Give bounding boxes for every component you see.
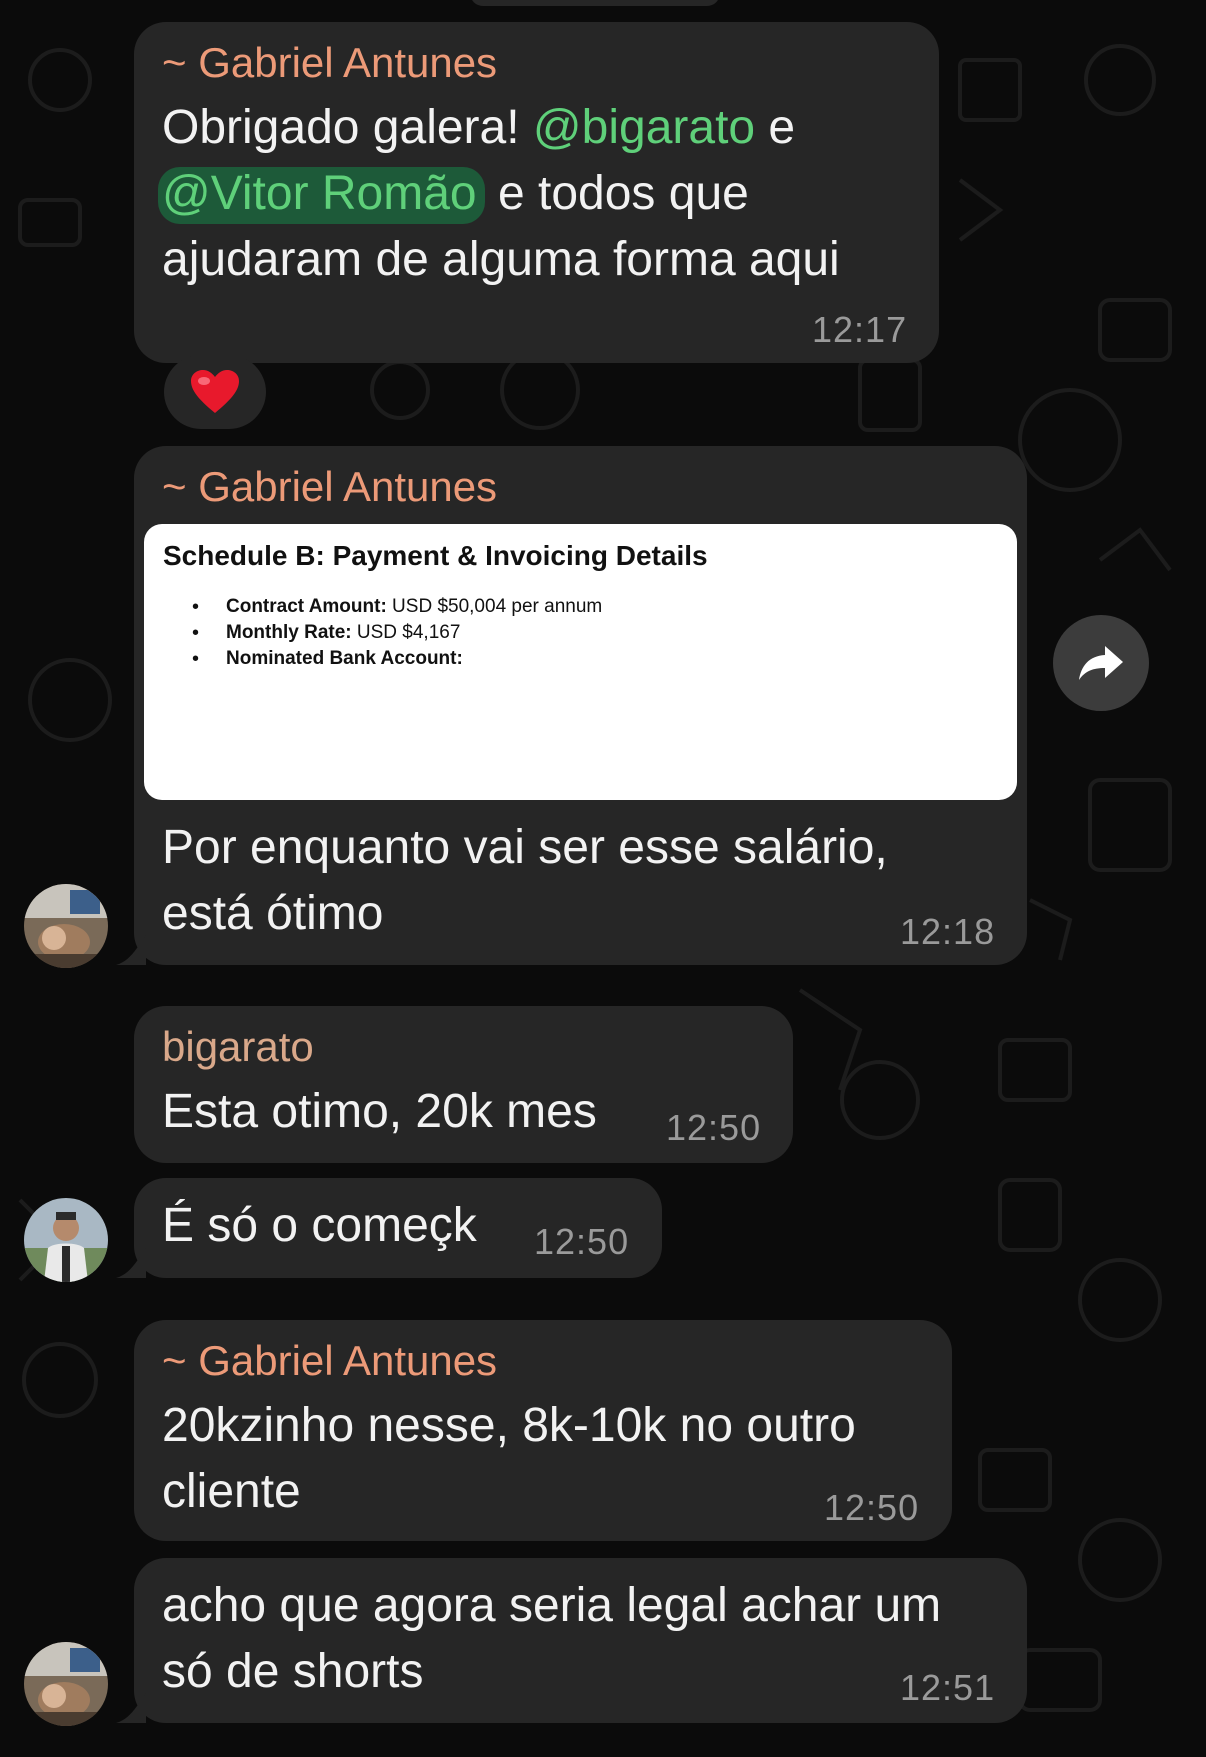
bullet: • xyxy=(192,622,200,644)
document-list-item: • Nominated Bank Account: xyxy=(192,648,463,670)
bullet: • xyxy=(192,648,200,670)
message-text: 20kzinho nesse, 8k-10k no outro xyxy=(162,1399,856,1452)
avatar-photo xyxy=(24,1198,108,1282)
message-bubble[interactable]: bigarato Esta otimo, 20k mes 12:50 xyxy=(134,1006,793,1163)
avatar-photo xyxy=(24,1642,108,1726)
message-timestamp: 12:17 xyxy=(812,309,908,350)
message-timestamp: 12:50 xyxy=(534,1221,630,1262)
message-bubble[interactable]: ~ Gabriel Antunes Obrigado galera! @biga… xyxy=(134,22,939,363)
message-text: está ótimo xyxy=(162,887,384,940)
message-text: só de shorts xyxy=(162,1645,424,1698)
message-text: acho que agora seria legal achar um xyxy=(162,1579,942,1632)
bubble-tail xyxy=(116,1693,146,1723)
mention-link[interactable]: @bigarato xyxy=(533,101,755,154)
forward-button[interactable] xyxy=(1053,615,1149,711)
document-list-item: • Monthly Rate: USD $4,167 xyxy=(192,622,461,644)
message-timestamp: 12:50 xyxy=(824,1487,920,1528)
bubble-tail xyxy=(116,935,146,965)
avatar[interactable] xyxy=(24,884,108,968)
message-text: Por enquanto vai ser esse salário, xyxy=(162,821,888,874)
avatar-photo xyxy=(24,884,108,968)
avatar[interactable] xyxy=(24,1198,108,1282)
message-text: ajudaram de alguma forma aqui xyxy=(162,233,840,286)
message-timestamp: 12:51 xyxy=(900,1667,996,1708)
message-text: @Vitor Romão e todos que xyxy=(158,167,749,224)
message-text: Obrigado galera! @bigarato e xyxy=(162,101,796,154)
message-bubble[interactable]: ~ Gabriel Antunes 20kzinho nesse, 8k-10k… xyxy=(134,1320,952,1541)
document-list-item: • Contract Amount: USD $50,004 per annum xyxy=(192,596,603,618)
forward-arrow-icon xyxy=(1079,646,1123,680)
sender-name[interactable]: bigarato xyxy=(162,1026,314,1068)
sender-name[interactable]: ~ Gabriel Antunes xyxy=(162,42,497,84)
sender-name[interactable]: ~ Gabriel Antunes xyxy=(162,466,497,508)
heart-icon xyxy=(191,370,239,413)
message-bubble[interactable]: É só o começk 12:50 xyxy=(134,1178,662,1278)
sender-name[interactable]: ~ Gabriel Antunes xyxy=(162,1340,497,1382)
message-text: Esta otimo, 20k mes xyxy=(162,1085,597,1138)
reaction-badge[interactable] xyxy=(164,355,266,429)
bubble-tail xyxy=(116,1248,146,1278)
document-preview[interactable]: Schedule B: Payment & Invoicing Details … xyxy=(144,524,1017,800)
message-bubble[interactable]: acho que agora seria legal achar um só d… xyxy=(134,1558,1027,1723)
bullet: • xyxy=(192,596,200,618)
message-timestamp: 12:18 xyxy=(900,911,996,952)
previous-message-edge xyxy=(470,0,720,6)
avatar[interactable] xyxy=(24,1642,108,1726)
message-text: cliente xyxy=(162,1465,301,1518)
message-text: É só o começk xyxy=(162,1199,477,1252)
document-title: Schedule B: Payment & Invoicing Details xyxy=(163,540,708,571)
message-timestamp: 12:50 xyxy=(666,1107,762,1148)
mention-link[interactable]: @Vitor Romão xyxy=(158,167,485,224)
